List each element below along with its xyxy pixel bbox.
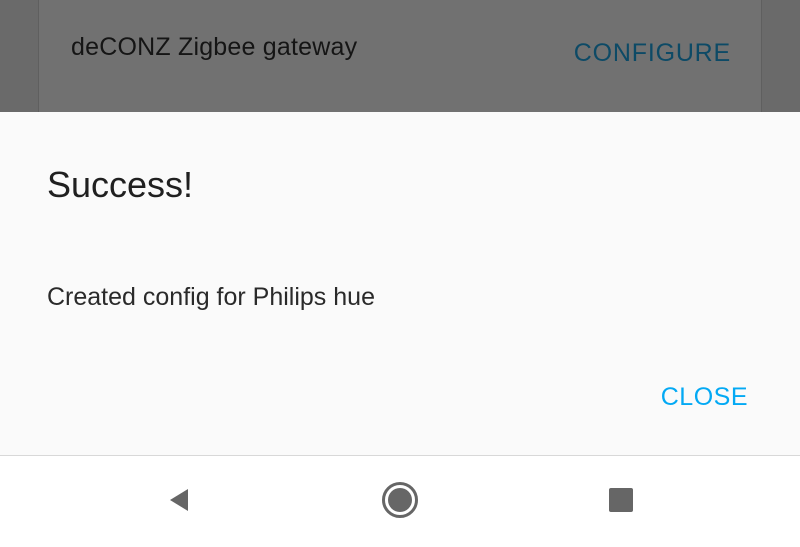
integration-card-title: deCONZ Zigbee gateway — [71, 33, 358, 61]
back-button[interactable] — [159, 480, 199, 520]
back-icon — [170, 489, 188, 511]
dialog-message: Created config for Philips hue — [47, 283, 375, 311]
integration-card: deCONZ Zigbee gateway CONFIGURE — [38, 0, 762, 112]
dialog-title: Success! — [47, 164, 194, 205]
recents-button[interactable] — [601, 480, 641, 520]
android-navigation-bar — [0, 455, 800, 547]
success-dialog: Success! Created config for Philips hue … — [0, 112, 800, 455]
home-button[interactable] — [380, 480, 420, 520]
close-button[interactable]: CLOSE — [661, 383, 748, 412]
recents-icon — [609, 488, 633, 512]
home-icon — [382, 482, 418, 518]
dimmed-background: deCONZ Zigbee gateway CONFIGURE — [0, 0, 800, 112]
configure-button[interactable]: CONFIGURE — [574, 39, 731, 68]
